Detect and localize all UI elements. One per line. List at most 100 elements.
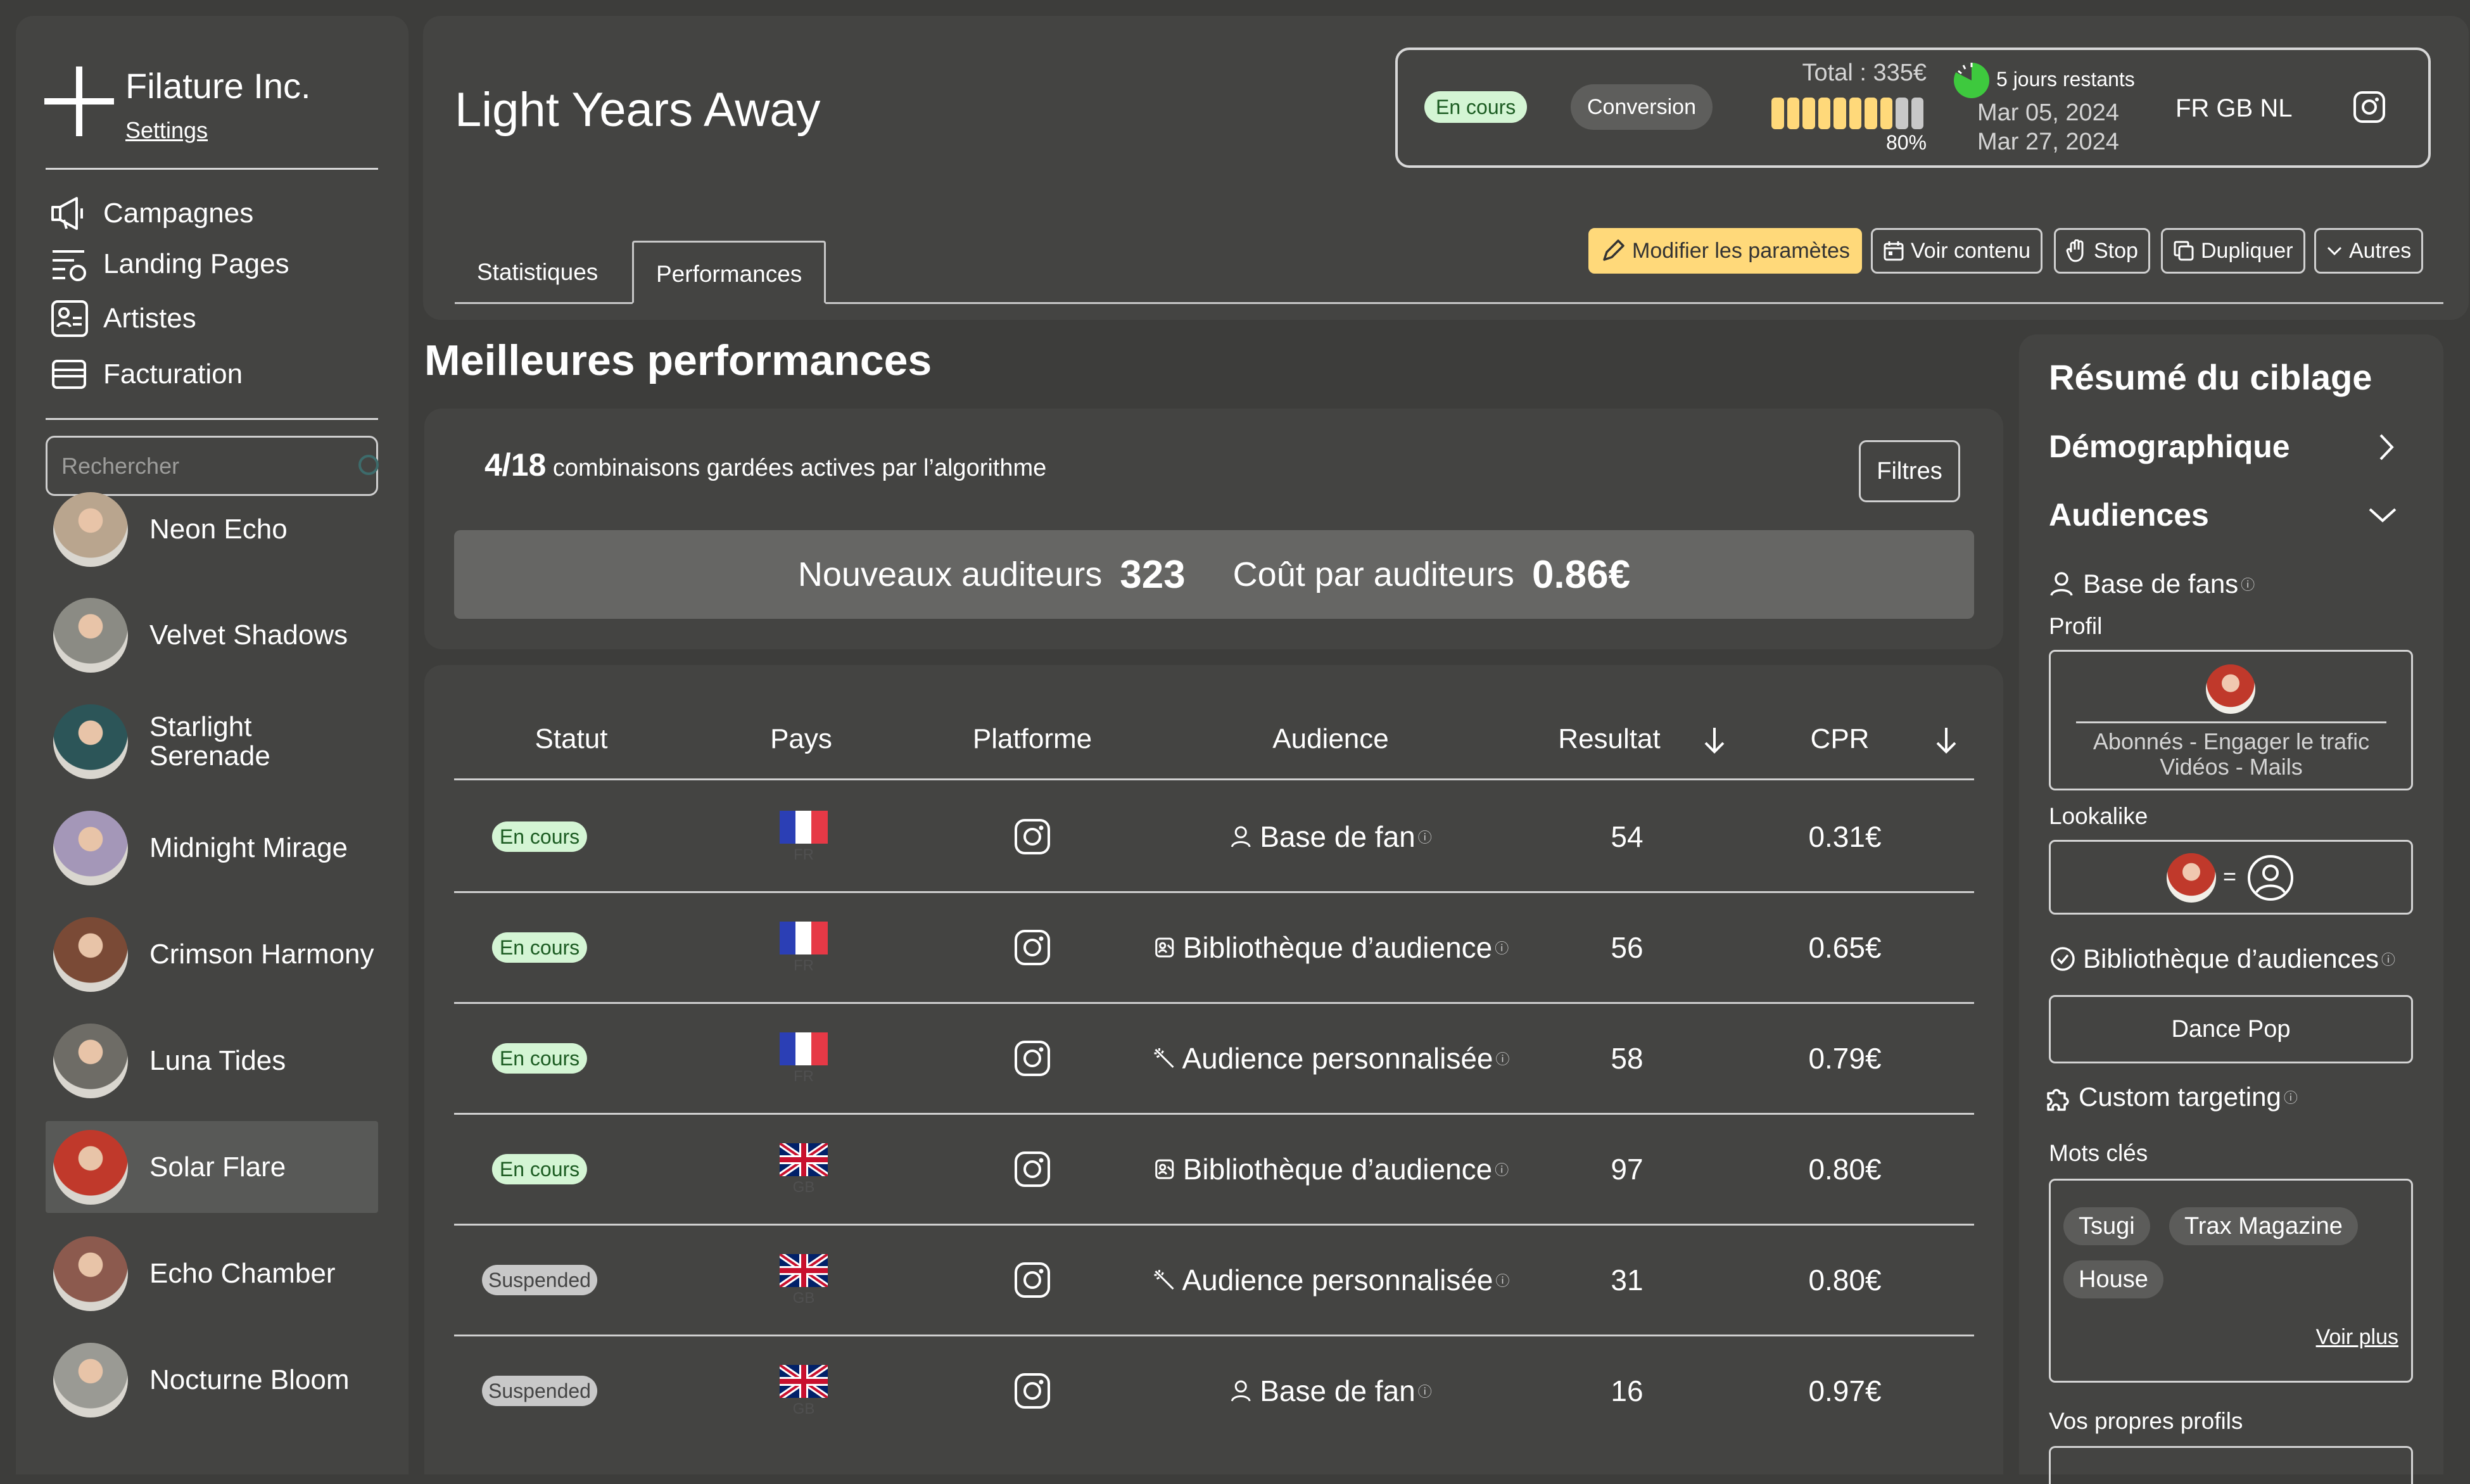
status-cell: En cours bbox=[491, 782, 588, 891]
own-profiles-label: Vos propres profils bbox=[2049, 1408, 2243, 1434]
instagram-icon[interactable] bbox=[1013, 1261, 1051, 1299]
artist-item[interactable]: Neon Echo bbox=[46, 483, 378, 575]
artist-item[interactable]: Velvet Shadows bbox=[46, 589, 378, 681]
artist-item[interactable]: Solar Flare bbox=[46, 1121, 378, 1213]
country-list: FR GB NL bbox=[2176, 94, 2293, 122]
hand-icon bbox=[2066, 239, 2087, 262]
nav-item-campagnes[interactable]: Campagnes bbox=[48, 191, 253, 236]
artist-item[interactable]: Crimson Harmony bbox=[46, 908, 378, 1000]
keyword-tag[interactable]: House bbox=[2063, 1260, 2163, 1298]
table-row[interactable]: En cours FR Bibliothèque d’audience ⓘ 56 0.65… bbox=[454, 893, 1974, 1004]
col-status[interactable]: Statut bbox=[535, 700, 608, 778]
nav-item-artistes[interactable]: Artistes bbox=[48, 296, 196, 341]
audience-cell: Bibliothèque d’audience ⓘ bbox=[1153, 893, 1509, 1002]
keyword-tag[interactable]: Tsugi bbox=[2063, 1207, 2150, 1245]
see-more-link[interactable]: Voir plus bbox=[2316, 1325, 2398, 1350]
cpr-cell: 0.65€ bbox=[1808, 893, 1881, 1002]
artist-name: Midnight Mirage bbox=[149, 832, 348, 863]
cost-value: 0.86€ bbox=[1531, 552, 1631, 597]
search-icon[interactable] bbox=[356, 452, 384, 480]
col-cpr[interactable]: CPR bbox=[1811, 700, 1870, 778]
info-icon[interactable]: ⓘ bbox=[2241, 574, 2255, 594]
audience-name: Bibliothèque d’audience bbox=[1182, 1153, 1493, 1186]
info-icon[interactable]: ⓘ bbox=[1496, 1048, 1510, 1069]
table-row[interactable]: En cours GB Bibliothèque d’audience ⓘ 97 0.80… bbox=[454, 1115, 1974, 1226]
info-icon[interactable]: ⓘ bbox=[1496, 1270, 1510, 1290]
instagram-icon[interactable] bbox=[2353, 91, 2386, 124]
instagram-icon[interactable] bbox=[1013, 1372, 1051, 1410]
new-listeners-label: Nouveaux auditeurs bbox=[797, 555, 1103, 593]
demographic-section[interactable]: Démographique bbox=[2049, 428, 2290, 465]
status-badge: En cours bbox=[491, 821, 588, 852]
search-input[interactable] bbox=[61, 452, 356, 479]
table-row[interactable]: Suspended GB Audience personnalisée ⓘ 31 0.80… bbox=[454, 1226, 1974, 1336]
col-country[interactable]: Pays bbox=[770, 700, 832, 778]
chevron-down-icon[interactable] bbox=[2367, 505, 2398, 524]
duplicate-button[interactable]: Dupliquer bbox=[2161, 228, 2305, 274]
nav-item-facturation[interactable]: Facturation bbox=[48, 352, 243, 396]
cpr-cell: 0.80€ bbox=[1808, 1115, 1881, 1224]
table-row[interactable]: En cours FR Base de fan ⓘ 54 0.31€ bbox=[454, 782, 1974, 893]
megaphone-icon bbox=[48, 196, 92, 231]
cpr-value: 0.65€ bbox=[1808, 931, 1882, 964]
audiences-section[interactable]: Audiences bbox=[2049, 497, 2209, 533]
artist-item[interactable]: Midnight Mirage bbox=[46, 802, 378, 894]
instagram-icon[interactable] bbox=[1013, 818, 1051, 856]
table-row[interactable]: Suspended GB Base de fan ⓘ 16 0.97€ bbox=[454, 1336, 1974, 1447]
view-content-button[interactable]: Voir contenu bbox=[1871, 228, 2043, 274]
col-audience[interactable]: Audience bbox=[1272, 700, 1388, 778]
nav-label: Landing Pages bbox=[103, 248, 289, 279]
campaign-status-box: En cours Conversion Total : 335€ 80% 5 j… bbox=[1395, 48, 2431, 168]
own-profiles-box[interactable] bbox=[2049, 1446, 2413, 1484]
info-icon[interactable]: ⓘ bbox=[2284, 1087, 2298, 1107]
cpr-value: 0.79€ bbox=[1808, 1042, 1882, 1075]
instagram-icon[interactable] bbox=[1013, 1039, 1051, 1077]
chevron-right-icon[interactable] bbox=[2377, 433, 2396, 462]
info-icon[interactable]: ⓘ bbox=[1418, 827, 1432, 847]
settings-link[interactable]: Settings bbox=[125, 117, 208, 144]
avatar bbox=[53, 1342, 128, 1417]
keywords-box: Tsugi Trax Magazine House Voir plus bbox=[2049, 1179, 2413, 1383]
filters-button[interactable]: Filtres bbox=[1859, 440, 1960, 502]
sort-arrow-icon[interactable] bbox=[1934, 726, 1959, 754]
col-platform[interactable]: Platforme bbox=[973, 700, 1092, 778]
budget-segment bbox=[1771, 98, 1784, 129]
lookalike-box[interactable]: = bbox=[2049, 840, 2413, 915]
platform-cell bbox=[1013, 893, 1051, 1002]
info-icon[interactable]: ⓘ bbox=[1418, 1381, 1432, 1401]
budget-segment bbox=[1787, 98, 1799, 129]
instagram-icon[interactable] bbox=[1013, 1150, 1051, 1188]
artist-item[interactable]: Echo Chamber bbox=[46, 1227, 378, 1319]
artist-item[interactable]: Nocturne Bloom bbox=[46, 1334, 378, 1426]
platform-cell bbox=[1013, 1336, 1051, 1445]
artist-item[interactable]: Luna Tides bbox=[46, 1015, 378, 1107]
sort-arrow-icon[interactable] bbox=[1702, 726, 1727, 754]
flag-fr-icon bbox=[780, 922, 828, 954]
platform-cell bbox=[1013, 1004, 1051, 1113]
more-button[interactable]: Autres bbox=[2314, 228, 2424, 274]
library-heading: Bibliothèque d’audiences ⓘ bbox=[2049, 944, 2395, 974]
tab-statistiques[interactable]: Statistiques bbox=[455, 241, 620, 304]
keyword-tag[interactable]: Trax Magazine bbox=[2169, 1207, 2358, 1245]
result-value: 31 bbox=[1611, 1264, 1644, 1297]
instagram-icon[interactable] bbox=[1013, 929, 1051, 967]
info-icon[interactable]: ⓘ bbox=[1495, 937, 1509, 958]
nav-item-landing-pages[interactable]: Landing Pages bbox=[48, 242, 289, 286]
tab-performances[interactable]: Performances bbox=[632, 241, 826, 304]
profile-box[interactable]: Abonnés - Engager le trafic Vidéos - Mai… bbox=[2049, 650, 2413, 790]
edit-settings-button[interactable]: Modifier les paramètes bbox=[1588, 228, 1862, 274]
artist-item[interactable]: Starlight Serenade bbox=[46, 695, 378, 787]
campaign-header: Light Years Away En cours Conversion Tot… bbox=[423, 16, 2469, 320]
table-row[interactable]: En cours FR Audience personnalisée ⓘ 58 0.79€ bbox=[454, 1004, 1974, 1115]
combinations-count: 4/18 bbox=[484, 447, 547, 483]
duplicate-label: Dupliquer bbox=[2201, 238, 2293, 263]
artist-name: Echo Chamber bbox=[149, 1257, 336, 1289]
profile-divider bbox=[2076, 721, 2386, 723]
col-result[interactable]: Resultat bbox=[1558, 700, 1660, 778]
info-icon[interactable]: ⓘ bbox=[2381, 949, 2395, 969]
pencil-icon bbox=[1600, 238, 1626, 263]
stop-button[interactable]: Stop bbox=[2054, 228, 2150, 274]
info-icon[interactable]: ⓘ bbox=[1495, 1159, 1509, 1179]
avatar bbox=[53, 1236, 128, 1311]
library-value[interactable]: Dance Pop bbox=[2049, 995, 2413, 1063]
